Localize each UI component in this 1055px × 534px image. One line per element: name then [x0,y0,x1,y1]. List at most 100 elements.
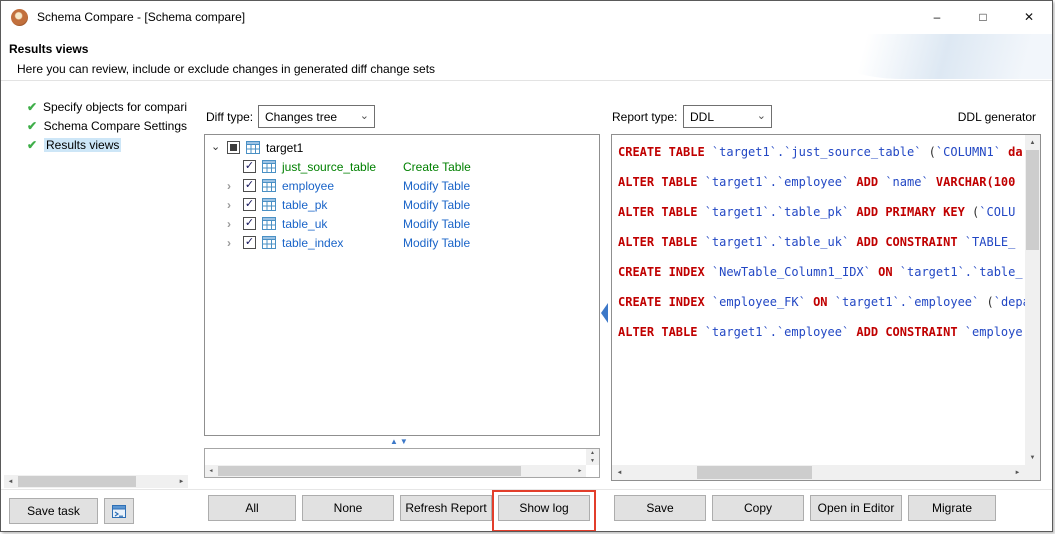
collapse-up-icon[interactable]: ▲ [390,438,398,446]
tree-item-action: Modify Table [403,236,470,250]
expand-chevron-icon[interactable]: › [227,180,243,192]
table-icon [262,236,276,249]
scrollbar-thumb[interactable] [1026,150,1039,250]
collapse-down-icon[interactable]: ▼ [400,438,408,446]
sql-line: ALTER TABLE `target1`.`table_uk` ADD CON… [618,227,1025,257]
step-label: Specify objects for compari [41,100,189,114]
migrate-button[interactable]: Migrate [908,495,996,521]
all-button[interactable]: All [208,495,296,521]
tree-row[interactable]: › ✓ table_index Modify Table [205,233,599,252]
sql-line: CREATE TABLE `target1`.`just_source_tabl… [618,137,1025,167]
report-type-label: Report type: [612,110,677,124]
command-line-icon [111,504,127,519]
expander-open-icon[interactable]: ⌄ [211,142,227,153]
detail-horizontal-scrollbar[interactable]: ◄ ► [205,465,586,477]
scroll-left-icon[interactable]: ◄ [205,465,217,477]
tree-item-action: Modify Table [403,217,470,231]
wizard-step[interactable]: ✔ Schema Compare Settings [27,116,189,135]
scrollbar-track[interactable] [1025,150,1040,450]
tree-collapse-arrows[interactable]: ▲ ▼ [390,438,408,446]
scroll-right-icon[interactable]: ► [175,475,188,488]
table-icon [262,160,276,173]
chevron-down-icon: ⌄ [360,111,369,122]
scroll-down-icon[interactable]: ▼ [1025,450,1040,465]
checkbox-partial-mark [230,144,237,151]
expand-chevron-icon[interactable]: › [227,218,243,230]
checkbox-checked[interactable]: ✓ [243,198,256,211]
open-in-editor-button[interactable]: Open in Editor [810,495,902,521]
chevron-down-icon: ⌄ [757,111,766,122]
footer-divider [1,489,1052,490]
diff-type-label: Diff type: [206,110,253,124]
scrollbar-thumb[interactable] [218,466,521,476]
app-icon [11,9,28,26]
report-type-select[interactable]: DDL ⌄ [683,105,772,128]
ddl-horizontal-scrollbar[interactable]: ◄ ► [612,465,1025,480]
detail-vertical-scrollbar[interactable]: ▲ ▼ [586,449,599,465]
scrollbar-track[interactable] [627,465,1010,480]
scroll-right-icon[interactable]: ► [574,465,586,477]
wizard-steps: ✔ Specify objects for compari ✔ Schema C… [27,97,189,154]
scroll-down-icon[interactable]: ▼ [586,457,599,465]
tree-row[interactable]: › ✓ table_pk Modify Table [205,195,599,214]
ddl-code[interactable]: CREATE TABLE `target1`.`just_source_tabl… [612,135,1025,465]
checkbox-partial[interactable] [227,141,240,154]
check-icon: ✔ [27,119,42,133]
tree-item-name: table_index [282,236,343,250]
diff-changes-tree[interactable]: ⌄ target1 › ✓ [204,134,600,436]
save-task-button[interactable]: Save task [9,498,98,524]
minimize-button[interactable]: – [914,1,960,33]
header-divider [1,80,1052,81]
diff-type-select[interactable]: Changes tree ⌄ [258,105,375,128]
tree-root-row[interactable]: ⌄ target1 [205,138,599,157]
wizard-step[interactable]: ✔ Specify objects for compari [27,97,189,116]
tree-item-action: Create Table [403,160,471,174]
page-subtitle: Here you can review, include or exclude … [17,62,435,76]
scroll-left-icon[interactable]: ◄ [612,465,627,480]
scrollbar-track[interactable] [217,465,574,477]
tree-item-name: table_uk [282,217,327,231]
titlebar: Schema Compare - [Schema compare] – □ ✕ [1,1,1052,33]
checkbox-checked[interactable]: ✓ [243,160,256,173]
page-title: Results views [9,42,88,56]
scrollbar-thumb[interactable] [18,476,136,487]
window-controls: – □ ✕ [914,1,1052,33]
show-log-button[interactable]: Show log [498,495,590,521]
scroll-up-icon[interactable]: ▲ [1025,135,1040,150]
scroll-left-icon[interactable]: ◄ [4,475,17,488]
banner-decoration [812,34,1052,79]
scroll-up-icon[interactable]: ▲ [586,449,599,457]
table-icon [262,179,276,192]
scrollbar-thumb[interactable] [697,466,812,479]
checkbox-checked[interactable]: ✓ [243,217,256,230]
tree-item-name: just_source_table [282,160,376,174]
diff-detail-pane[interactable]: ▲ ▼ ◄ ► [204,448,600,478]
panel-sash-collapse-arrow[interactable] [601,303,608,323]
tree-row[interactable]: › ✓ just_source_table Create Table [205,157,599,176]
save-button[interactable]: Save [614,495,706,521]
expand-chevron-icon[interactable]: › [227,237,243,249]
ddl-generator-label: DDL generator [958,110,1036,124]
maximize-button[interactable]: □ [960,1,1006,33]
sql-line: CREATE INDEX `employee_FK` ON `target1`.… [618,287,1025,317]
none-button[interactable]: None [302,495,394,521]
sql-line: CREATE INDEX `NewTable_Column1_IDX` ON `… [618,257,1025,287]
checkbox-checked[interactable]: ✓ [243,179,256,192]
ddl-vertical-scrollbar[interactable]: ▲ ▼ [1025,135,1040,465]
tree-item-name: table_pk [282,198,327,212]
tree-row[interactable]: › ✓ table_uk Modify Table [205,214,599,233]
checkbox-checked[interactable]: ✓ [243,236,256,249]
scrollbar-corner [1025,465,1040,480]
wizard-step[interactable]: ✔ Results views [27,135,189,154]
check-icon: ✔ [27,138,44,152]
refresh-report-button[interactable]: Refresh Report [400,495,492,521]
tree-row[interactable]: › ✓ employee Modify Table [205,176,599,195]
scrollbar-track[interactable] [17,475,175,488]
expand-chevron-icon[interactable]: › [227,199,243,211]
tree-item-action: Modify Table [403,179,470,193]
copy-button[interactable]: Copy [712,495,804,521]
save-command-line-button[interactable] [104,498,134,524]
scroll-right-icon[interactable]: ► [1010,465,1025,480]
close-button[interactable]: ✕ [1006,1,1052,33]
sidebar-horizontal-scrollbar[interactable]: ◄ ► [4,475,188,488]
